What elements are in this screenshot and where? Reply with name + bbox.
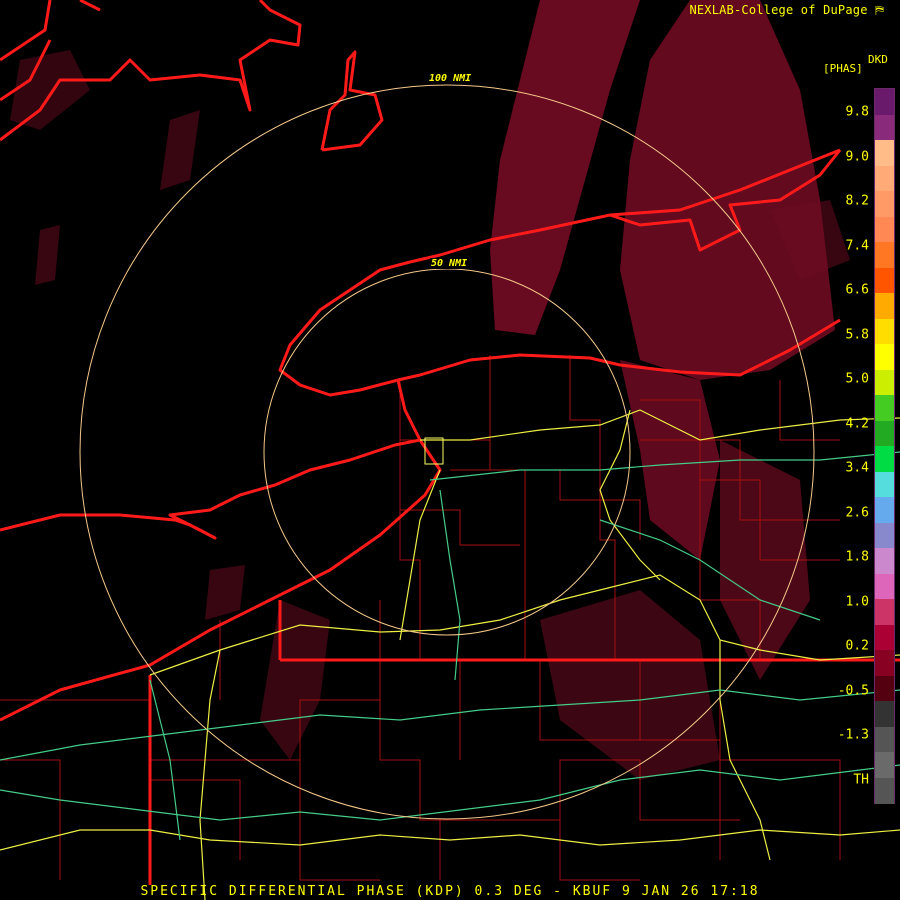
credit-label: NEXLAB-College of DuPage — [689, 3, 868, 17]
color-scale-tick: -1.3 — [837, 727, 869, 743]
color-scale-segment — [875, 548, 894, 574]
color-scale-tick: 7.4 — [845, 238, 869, 253]
color-scale-segment — [875, 293, 894, 319]
color-scale-segment — [875, 89, 894, 115]
radar-echoes — [10, 0, 850, 780]
color-scale-tick: 1.8 — [845, 549, 869, 565]
radar-map — [0, 0, 900, 900]
color-scale-segment — [875, 318, 894, 345]
range-label-100: 100 NMI — [428, 73, 473, 84]
color-scale-segment — [875, 140, 894, 166]
legend-units: [PHAS] — [823, 62, 863, 75]
color-scale-segment — [875, 165, 894, 192]
color-scale-segment — [875, 624, 894, 651]
credit-text: NEXLAB-College of DuPage ⛿ — [689, 3, 884, 18]
color-scale-segment — [875, 726, 894, 753]
color-scale-segment — [875, 701, 894, 727]
color-scale — [874, 88, 895, 804]
county-borders — [0, 355, 841, 881]
color-scale-tick: 1.0 — [845, 594, 869, 609]
color-scale-segment — [875, 395, 894, 421]
color-scale-tick: 2.6 — [845, 505, 869, 520]
color-scale-segment — [875, 497, 894, 523]
color-scale-segment — [875, 369, 894, 396]
color-scale-tick: 5.0 — [845, 371, 869, 387]
legend-title: DKD — [868, 53, 888, 66]
color-scale-segment — [875, 191, 894, 217]
color-scale-tick: -0.5 — [837, 683, 869, 698]
color-scale-segment — [875, 573, 894, 600]
color-scale-tick: 6.6 — [845, 282, 869, 298]
color-scale-segment — [875, 114, 894, 141]
color-scale-tick: 9.8 — [845, 104, 869, 120]
flag-icon: ⛿ — [875, 3, 884, 17]
color-scale-segment — [875, 522, 894, 549]
color-scale-segment — [875, 650, 894, 676]
color-scale-segment — [875, 752, 894, 778]
color-scale-tick: 3.4 — [845, 460, 869, 476]
color-scale-segment — [875, 267, 894, 294]
color-scale-segment — [875, 446, 894, 472]
color-scale-segment — [875, 471, 894, 498]
color-scale-tick: 8.2 — [845, 193, 869, 209]
product-caption: SPECIFIC DIFFERENTIAL PHASE (KDP) 0.3 DE… — [140, 884, 760, 899]
color-scale-tick: 0.2 — [845, 638, 869, 654]
color-scale-segment — [875, 420, 894, 447]
color-scale-tick: TH — [853, 772, 869, 787]
range-label-50: 50 NMI — [430, 258, 469, 269]
color-scale-tick: 4.2 — [845, 416, 869, 431]
color-scale-segment — [875, 216, 894, 243]
color-scale-tick: 9.0 — [845, 149, 869, 164]
color-scale-segment — [875, 675, 894, 702]
color-scale-segment — [875, 242, 894, 268]
color-scale-segment — [875, 344, 894, 370]
color-scale-tick: 5.8 — [845, 327, 869, 342]
color-scale-segment — [875, 599, 894, 625]
range-ring-50 — [263, 268, 631, 636]
color-scale-segment — [875, 777, 894, 804]
